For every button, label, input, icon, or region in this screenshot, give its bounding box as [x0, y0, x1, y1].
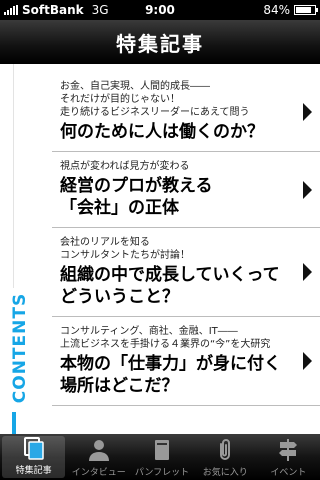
- tab-paperclip[interactable]: お気に入り: [194, 434, 257, 480]
- network-type: 3G: [91, 3, 109, 17]
- article-kicker: 視点が変われば見方が変わる: [60, 160, 296, 173]
- chevron-right-icon: [303, 263, 312, 281]
- pamphlet-icon: [149, 437, 175, 465]
- tab-person[interactable]: インタビュー: [67, 434, 130, 480]
- article-title: 何のために人は働くのか？: [60, 121, 296, 143]
- article-item[interactable]: お金、自己実現、人間的成長―― それだけが目的じゃない！ 走り続けるビジネスリーダー…: [52, 72, 320, 152]
- tab-label: イベント: [270, 468, 307, 478]
- contents-label-text: CONTENTS: [10, 292, 30, 404]
- tab-label: パンフレット: [134, 468, 190, 478]
- article-kicker-line: お金、自己実現、人間的成長――: [60, 81, 210, 92]
- article-kicker: お金、自己実現、人間的成長―― それだけが目的じゃない！ 走り続けるビジネスリーダー…: [60, 80, 296, 119]
- side-divider: [13, 64, 14, 288]
- article-title-line: 場所はどこだ？: [60, 376, 179, 396]
- article-title-line: 何のために人は働くのか？: [60, 122, 264, 142]
- signpost-icon: [275, 437, 301, 465]
- tab-label: インタビュー: [71, 468, 126, 478]
- tab-signpost[interactable]: イベント: [257, 434, 320, 480]
- article-kicker: コンサルティング、商社、金融、IT―― 上流ビジネスを手掛ける４業界の“今”を大研…: [60, 325, 296, 351]
- battery-icon: [294, 5, 318, 15]
- chevron-right-icon: [303, 180, 312, 199]
- tab-pamphlet[interactable]: パンフレット: [130, 434, 193, 480]
- tab-bar: 特集記事 インタビュー パンフレット お気に入り イベント: [0, 434, 320, 480]
- article-kicker-line: それだけが目的じゃない！: [60, 94, 180, 105]
- battery-indicator: 84%: [263, 3, 318, 17]
- navigation-bar: 特集記事: [0, 20, 320, 65]
- tab-label: 特集記事: [15, 466, 52, 476]
- article-item[interactable]: コンサルティング、商社、金融、IT―― 上流ビジネスを手掛ける４業界の“今”を大研…: [52, 317, 320, 406]
- contents-label: CONTENTS: [2, 288, 38, 408]
- article-title-line: どういうこと？: [60, 287, 179, 307]
- article-kicker: 会社のリアルを知るコンサルタントたちが討論！: [60, 236, 296, 262]
- article-kicker-line: 会社のリアルを知る: [60, 237, 150, 248]
- article-title: 本物の「仕事力」が身に付く 場所はどこだ？: [60, 353, 296, 397]
- article-title: 経営のプロが教える 「会社」の正体: [60, 175, 296, 219]
- article-title-line: 経営のプロが教える: [60, 176, 213, 196]
- articles-icon: [21, 435, 47, 463]
- article-kicker-line: 上流ビジネスを手掛ける４業界の“今”を大研究: [60, 339, 271, 350]
- accent-bar: [12, 412, 16, 436]
- article-item[interactable]: 会社のリアルを知る コンサルタントたちが討論！ 組織の中で成長していくって どういうこ…: [52, 228, 320, 317]
- article-list: お金、自己実現、人間的成長―― それだけが目的じゃない！ 走り続けるビジネスリーダー…: [52, 72, 320, 406]
- chevron-right-icon: [303, 102, 312, 121]
- article-kicker-line: 走り続けるビジネスリーダーにあえて問う: [60, 107, 250, 118]
- person-icon: [86, 437, 112, 465]
- article-title-line: 組織の中で成長していくって: [60, 265, 280, 285]
- article-title-line: 本物の「仕事力」が身に付く: [60, 354, 281, 374]
- article-kicker-line: コンサルタントたちが討論！: [60, 250, 190, 261]
- article-item[interactable]: 視点が変われば見方が変わる経営のプロが教える 「会社」の正体: [52, 152, 320, 228]
- article-kicker-line: コンサルティング、商社、金融、IT――: [60, 326, 238, 337]
- chevron-right-icon: [303, 352, 312, 370]
- page-title: 特集記事: [116, 31, 204, 56]
- signal-strength-icon: [4, 5, 18, 15]
- tab-label: お気に入り: [202, 468, 248, 478]
- carrier-name: SoftBank: [22, 3, 84, 17]
- battery-percent: 84%: [263, 3, 290, 17]
- tab-articles[interactable]: 特集記事: [2, 435, 66, 478]
- paperclip-icon: [212, 437, 238, 465]
- article-title-line: 「会社」の正体: [60, 198, 179, 218]
- article-kicker-line: 視点が変われば見方が変わる: [60, 161, 190, 172]
- status-bar: SoftBank 3G 9:00 84%: [0, 0, 320, 20]
- article-title: 組織の中で成長していくって どういうこと？: [60, 264, 296, 308]
